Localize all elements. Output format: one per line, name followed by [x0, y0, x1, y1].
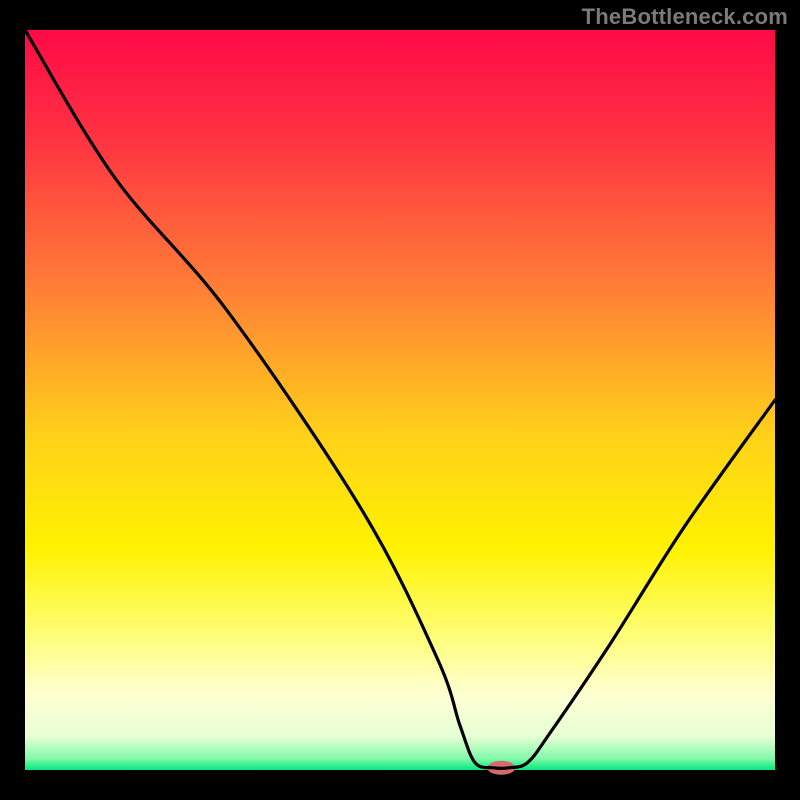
chart-svg [0, 0, 800, 800]
chart-container: { "watermark": "TheBottleneck.com", "cha… [0, 0, 800, 800]
plot-background [25, 30, 775, 770]
watermark-text: TheBottleneck.com [582, 4, 788, 30]
